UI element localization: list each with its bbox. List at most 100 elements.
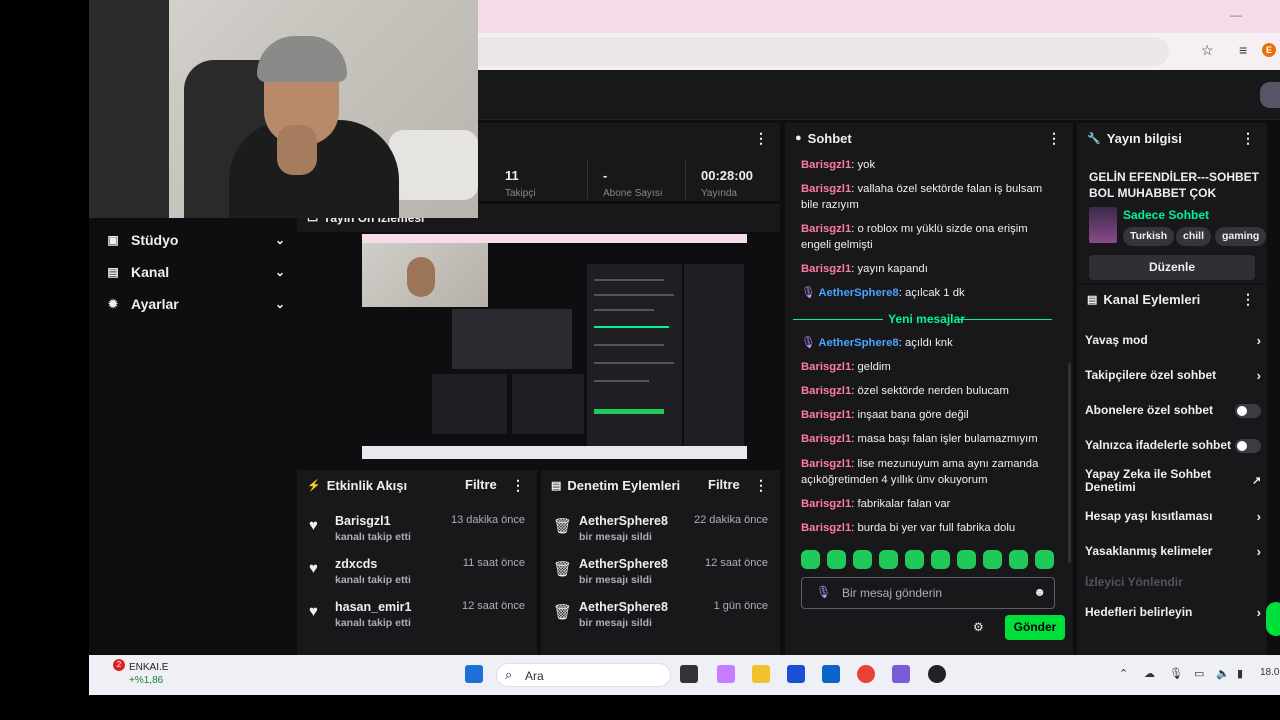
activity-filter-button[interactable]: Filtre	[465, 477, 497, 492]
chat-text: açılcak 1 dk	[905, 287, 965, 299]
chat-text: masa başı falan işler bulamazmıyım	[857, 433, 1038, 445]
media-control-icon[interactable]: ≡	[1239, 42, 1247, 58]
emote-icon[interactable]	[957, 550, 976, 569]
activity-sub: kanalı takip etti	[335, 617, 411, 629]
account-age-row[interactable]: Hesap yaşı kısıtlaması ›	[1085, 509, 1261, 524]
subs-only-toggle[interactable]	[1235, 404, 1261, 418]
app-icon[interactable]	[892, 665, 910, 683]
bookmark-star-icon[interactable]: ☆	[1201, 42, 1214, 59]
taskbar-search[interactable]: ⌕ Ara	[496, 663, 671, 687]
chat-panel: ● Sohbet ⋮ Barisgzl1: yok Barisgzl1: val…	[785, 123, 1073, 655]
app-icon[interactable]	[928, 665, 946, 683]
chat-username[interactable]: Barisgzl1	[801, 433, 851, 445]
emoji-icon[interactable]: ☻	[1033, 585, 1046, 599]
tag-chip[interactable]: gaming	[1215, 227, 1267, 246]
nav-channel[interactable]: ▤ Kanal ⌄	[105, 260, 285, 284]
copilot-icon[interactable]	[717, 665, 735, 683]
subs-value: -	[603, 168, 608, 183]
chat-username[interactable]: Barisgzl1	[801, 159, 851, 171]
trash-icon: 🗑	[553, 561, 573, 578]
microphone-icon[interactable]: 🎙	[1169, 667, 1183, 680]
minimize-icon[interactable]: —	[1230, 8, 1242, 22]
windows-start-icon[interactable]	[465, 665, 483, 683]
chat-username[interactable]: Barisgzl1	[801, 522, 851, 534]
category-link[interactable]: Sadece Sohbet	[1123, 208, 1209, 222]
tag-chip[interactable]: Turkish	[1123, 227, 1175, 246]
chat-username[interactable]: Barisgzl1	[801, 263, 851, 275]
action-label: Hesap yaşı kısıtlaması	[1085, 509, 1213, 523]
battery-icon[interactable]: ▮	[1237, 667, 1243, 680]
notification-badge: 2	[113, 659, 125, 671]
file-explorer-icon[interactable]	[752, 665, 770, 683]
emote-icon[interactable]	[931, 550, 950, 569]
emote-icon[interactable]	[1035, 550, 1054, 569]
emote-icon[interactable]	[1009, 550, 1028, 569]
chrome-icon[interactable]	[857, 665, 875, 683]
more-options-icon[interactable]: ⋮	[754, 130, 768, 147]
profile-avatar[interactable]: E	[1262, 43, 1276, 57]
monitor-icon[interactable]: ▭	[1194, 667, 1204, 680]
chat-username[interactable]: Barisgzl1	[801, 361, 851, 373]
banned-words-row[interactable]: Yasaklanmış kelimeler ›	[1085, 544, 1261, 559]
activity-name[interactable]: Barisgzl1	[335, 514, 391, 528]
action-label: Hedefleri belirleyin	[1085, 605, 1193, 619]
more-options-icon[interactable]: ⋮	[754, 477, 768, 494]
moderation-name[interactable]: AetherSphere8	[579, 600, 668, 614]
goals-row[interactable]: Hedefleri belirleyin ›	[1085, 605, 1261, 620]
more-options-icon[interactable]: ⋮	[1241, 130, 1255, 147]
emote-icon[interactable]	[827, 550, 846, 569]
clock[interactable]: 18.0	[1260, 667, 1279, 678]
chat-scrollbar[interactable]	[1068, 363, 1071, 563]
chat-settings-icon[interactable]: ⚙	[973, 620, 984, 634]
send-button[interactable]: Gönder	[1005, 615, 1065, 640]
chat-username[interactable]: Barisgzl1	[801, 183, 851, 195]
chat-username[interactable]: Barisgzl1	[801, 223, 851, 235]
nav-settings[interactable]: ✹ Ayarlar ⌄	[105, 292, 285, 316]
cloud-icon[interactable]: ☁	[1144, 667, 1155, 680]
moderation-filter-button[interactable]: Filtre	[708, 477, 740, 492]
moderation-sub: bir mesajı sildi	[579, 574, 652, 586]
stock-widget[interactable]: ENKAI.E +%1,86	[129, 661, 168, 687]
emote-only-toggle[interactable]	[1235, 439, 1261, 453]
channel-icon: ▤	[1087, 293, 1098, 306]
chevron-up-icon[interactable]: ⌃	[1119, 667, 1128, 680]
store-icon[interactable]	[787, 665, 805, 683]
chat-input[interactable]: 🎙 Bir mesaj gönderin ☻	[801, 577, 1055, 609]
slow-mode-row[interactable]: Yavaş mod ›	[1085, 333, 1261, 348]
edit-button[interactable]: Düzenle	[1089, 255, 1255, 280]
volume-icon[interactable]: 🔈	[1216, 667, 1230, 680]
chat-text: burda bi yer var full fabrika dolu	[857, 522, 1016, 534]
chat-username[interactable]: Barisgzl1	[801, 458, 851, 470]
moderation-name[interactable]: AetherSphere8	[579, 514, 668, 528]
chat-username[interactable]: Barisgzl1	[801, 409, 851, 421]
emote-icon[interactable]	[879, 550, 898, 569]
microphone-icon: 🎙	[801, 287, 816, 299]
activity-name[interactable]: zdxcds	[335, 557, 377, 571]
nav-studio[interactable]: ▣ Stüdyo ⌄	[105, 228, 285, 252]
preview-line	[594, 326, 669, 328]
more-options-icon[interactable]: ⋮	[511, 477, 525, 494]
search-icon: ⌕	[505, 667, 513, 682]
task-view-icon[interactable]	[680, 665, 698, 683]
ai-moderation-row[interactable]: Yapay Zeka ile Sohbet Denetimi ↗	[1085, 468, 1261, 494]
emote-icon[interactable]	[983, 550, 1002, 569]
tag-chip[interactable]: chill	[1176, 227, 1212, 246]
moderation-row: 🗑 AetherSphere8 bir mesajı sildi 12 saat…	[541, 557, 780, 597]
stream-preview-video[interactable]	[362, 234, 747, 459]
outlook-icon[interactable]	[822, 665, 840, 683]
emote-icon[interactable]	[905, 550, 924, 569]
chat-username[interactable]: AetherSphere8	[818, 337, 898, 349]
chat-username[interactable]: AetherSphere8	[818, 287, 898, 299]
more-options-icon[interactable]: ⋮	[1241, 291, 1255, 308]
chat-username[interactable]: Barisgzl1	[801, 498, 851, 510]
user-avatar[interactable]	[1260, 82, 1280, 108]
emote-icon[interactable]	[801, 550, 820, 569]
more-options-icon[interactable]: ⋮	[1047, 130, 1061, 147]
chat-username[interactable]: Barisgzl1	[801, 385, 851, 397]
quick-action-button[interactable]	[1266, 602, 1280, 636]
moderation-name[interactable]: AetherSphere8	[579, 557, 668, 571]
action-label: Yalnızca ifadelerle sohbet	[1085, 438, 1232, 452]
emote-icon[interactable]	[853, 550, 872, 569]
followers-only-row[interactable]: Takipçilere özel sohbet ›	[1085, 368, 1261, 383]
activity-name[interactable]: hasan_emir1	[335, 600, 411, 614]
